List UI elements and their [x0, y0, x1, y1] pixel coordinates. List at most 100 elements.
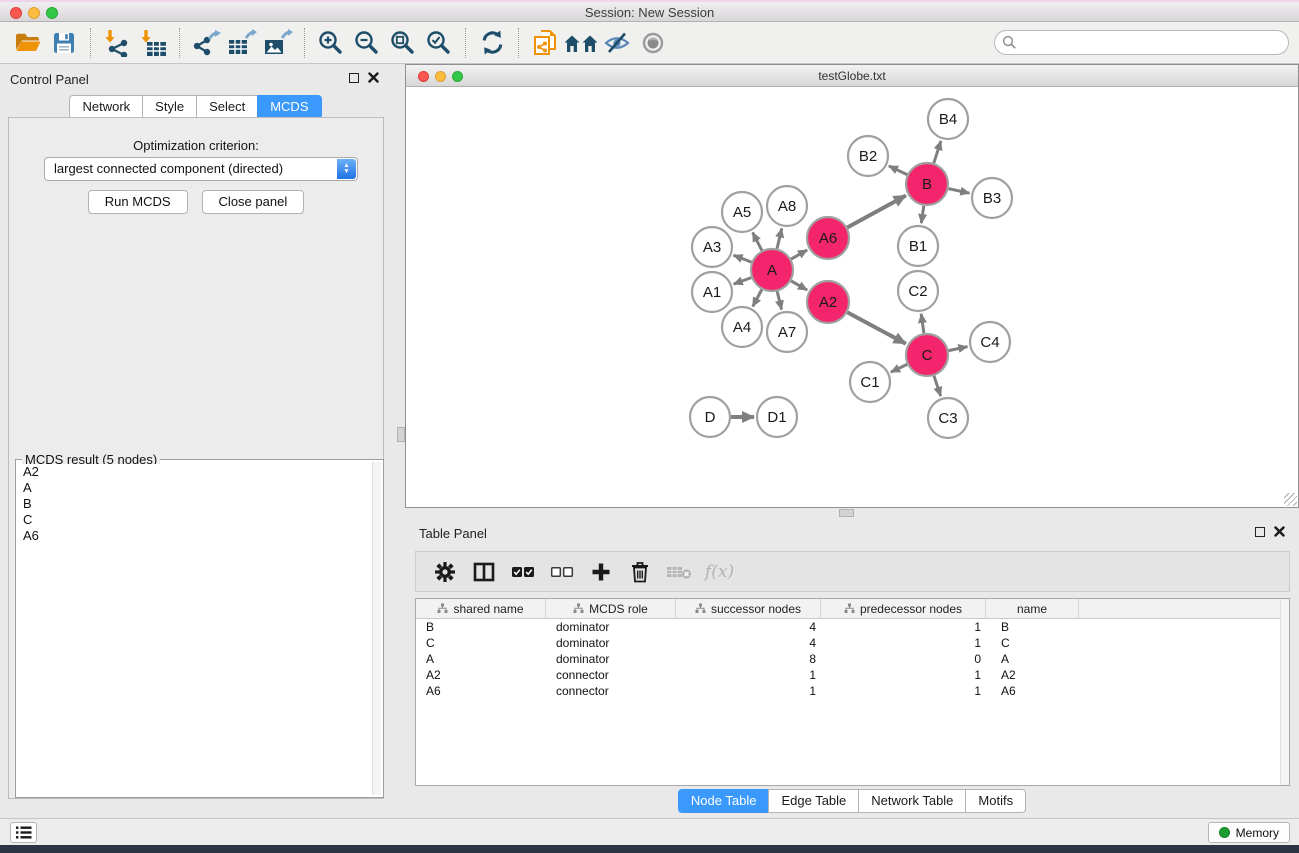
apply-function-button[interactable]: f(x)	[703, 557, 734, 587]
table-cell[interactable]: connector	[546, 684, 676, 698]
mcds-result-list[interactable]: A2ABCA6	[18, 464, 371, 795]
graph-node-C2[interactable]: C2	[898, 271, 938, 311]
home-view-button[interactable]	[563, 26, 599, 60]
graph-node-C4[interactable]: C4	[970, 322, 1010, 362]
tab-select[interactable]: Select	[196, 95, 258, 119]
graph-edge-A-A5[interactable]	[753, 232, 762, 250]
tab-motifs[interactable]: Motifs	[965, 789, 1026, 813]
table-cell[interactable]: B	[416, 620, 546, 634]
graph-edge-A-A7[interactable]	[777, 291, 781, 309]
graph-edge-B-B3[interactable]	[949, 189, 970, 194]
task-history-button[interactable]	[10, 822, 37, 843]
column-header-successor-nodes[interactable]: successor nodes	[676, 599, 821, 618]
table-row[interactable]: Adominator80A	[416, 651, 1289, 667]
graph-edge-A-A4[interactable]	[753, 290, 762, 307]
hide-details-button[interactable]	[599, 26, 635, 60]
zoom-out-button[interactable]	[349, 26, 385, 60]
zoom-fit-button[interactable]	[385, 26, 421, 60]
graph-node-C1[interactable]: C1	[850, 362, 890, 402]
graph-node-B1[interactable]: B1	[898, 226, 938, 266]
export-table-button[interactable]	[224, 26, 260, 60]
graph-node-A7[interactable]: A7	[767, 312, 807, 352]
table-scrollbar[interactable]	[1280, 599, 1289, 785]
create-column-button[interactable]	[586, 557, 616, 587]
graph-edge-B-B1[interactable]	[921, 206, 924, 223]
graph-node-A6[interactable]: A6	[807, 217, 849, 259]
graph-node-D[interactable]: D	[690, 397, 730, 437]
duplicate-network-button[interactable]	[527, 26, 563, 60]
table-cell[interactable]: 1	[821, 668, 986, 682]
table-cell[interactable]: A2	[416, 668, 546, 682]
tab-network-table[interactable]: Network Table	[858, 789, 966, 813]
table-row[interactable]: A2connector11A2	[416, 667, 1289, 683]
graph-edge-A-A1[interactable]	[734, 278, 752, 285]
table-cell[interactable]: 8	[676, 652, 821, 666]
graph-node-B[interactable]: B	[906, 163, 948, 205]
table-row[interactable]: Cdominator41C	[416, 635, 1289, 651]
graph-node-B3[interactable]: B3	[972, 178, 1012, 218]
deselect-all-columns-button[interactable]	[547, 557, 577, 587]
float-panel-icon[interactable]	[349, 73, 359, 83]
table-cell[interactable]: C	[416, 636, 546, 650]
table-cell[interactable]: 1	[821, 636, 986, 650]
table-cell[interactable]: 1	[676, 684, 821, 698]
table-cell[interactable]: 1	[821, 620, 986, 634]
graph-node-A8[interactable]: A8	[767, 186, 807, 226]
table-cell[interactable]: 4	[676, 636, 821, 650]
table-row[interactable]: A6connector11A6	[416, 683, 1289, 699]
graph-edge-C-C2[interactable]	[921, 314, 924, 333]
export-network-button[interactable]	[188, 26, 224, 60]
column-header-shared-name[interactable]: shared name	[416, 599, 546, 618]
table-settings-button[interactable]	[430, 557, 460, 587]
zoom-in-button[interactable]	[313, 26, 349, 60]
float-panel-icon[interactable]	[1255, 527, 1265, 537]
tab-mcds[interactable]: MCDS	[257, 95, 321, 119]
import-table-button[interactable]	[135, 26, 171, 60]
table-cell[interactable]: 4	[676, 620, 821, 634]
mcds-result-item[interactable]: A6	[18, 528, 371, 544]
optimization-criterion-select[interactable]: largest connected component (directed) ▲…	[44, 157, 358, 181]
table-cell[interactable]: A	[986, 652, 1079, 666]
table-cell[interactable]: C	[986, 636, 1079, 650]
mcds-result-item[interactable]: A2	[18, 464, 371, 480]
table-cell[interactable]: B	[986, 620, 1079, 634]
select-all-columns-button[interactable]	[508, 557, 538, 587]
node-table[interactable]: shared nameMCDS rolesuccessor nodesprede…	[415, 598, 1290, 786]
memory-button[interactable]: Memory	[1208, 822, 1290, 843]
delete-column-button[interactable]	[625, 557, 655, 587]
import-network-button[interactable]	[99, 26, 135, 60]
close-panel-button[interactable]: Close panel	[202, 190, 305, 214]
table-cell[interactable]: 1	[676, 668, 821, 682]
vertical-splitter-handle[interactable]	[397, 427, 405, 442]
graph-edge-B-B2[interactable]	[889, 166, 907, 175]
graph-edge-B-B4[interactable]	[934, 141, 941, 163]
graph-edge-A-A8[interactable]	[777, 228, 782, 248]
table-cell[interactable]: A6	[986, 684, 1079, 698]
table-cell[interactable]: 0	[821, 652, 986, 666]
show-columns-button[interactable]	[469, 557, 499, 587]
table-cell[interactable]: connector	[546, 668, 676, 682]
column-header-name[interactable]: name	[986, 599, 1079, 618]
export-image-button[interactable]	[260, 26, 296, 60]
save-session-button[interactable]	[46, 26, 82, 60]
open-session-button[interactable]	[10, 26, 46, 60]
search-input[interactable]	[994, 30, 1289, 55]
close-panel-icon[interactable]	[368, 72, 379, 83]
graph-edge-C-C3[interactable]	[934, 376, 941, 396]
table-cell[interactable]: dominator	[546, 636, 676, 650]
graph-node-A3[interactable]: A3	[692, 227, 732, 267]
graph-edge-A-A3[interactable]	[734, 255, 752, 262]
tab-edge-table[interactable]: Edge Table	[768, 789, 859, 813]
tab-style[interactable]: Style	[142, 95, 197, 119]
graph-edge-C-C4[interactable]	[949, 347, 968, 351]
graph-edge-A-A2[interactable]	[791, 281, 807, 290]
zoom-selected-button[interactable]	[421, 26, 457, 60]
tab-network[interactable]: Network	[69, 95, 143, 119]
graph-node-A1[interactable]: A1	[692, 272, 732, 312]
network-window-titlebar[interactable]: testGlobe.txt	[406, 65, 1298, 87]
graph-node-B2[interactable]: B2	[848, 136, 888, 176]
graph-node-A4[interactable]: A4	[722, 307, 762, 347]
refresh-view-button[interactable]	[474, 26, 510, 60]
delete-table-button[interactable]	[664, 557, 694, 587]
table-cell[interactable]: A	[416, 652, 546, 666]
